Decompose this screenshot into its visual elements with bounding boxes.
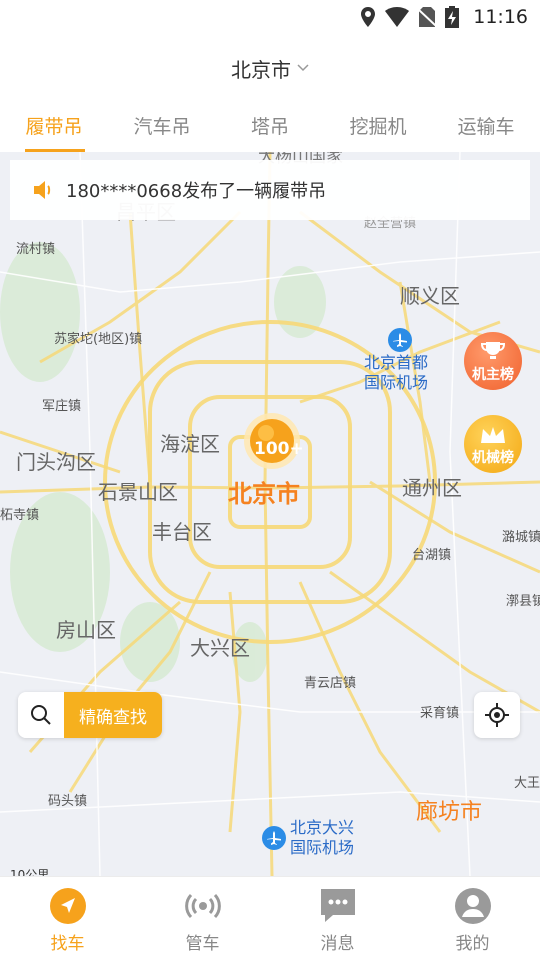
map-label-sujiatuo: 苏家坨(地区)镇 bbox=[54, 332, 143, 347]
city-selector[interactable]: 北京市 bbox=[0, 36, 540, 100]
owner-rank-label: 机主榜 bbox=[472, 367, 514, 383]
map-label-qingyundian: 青云店镇 bbox=[304, 676, 357, 691]
map-roads bbox=[0, 152, 540, 876]
wifi-icon bbox=[385, 7, 410, 27]
nav-profile[interactable]: 我的 bbox=[405, 877, 540, 960]
owner-rank-button[interactable]: 机主榜 bbox=[464, 332, 522, 390]
map-label-caiyu: 采育镇 bbox=[420, 706, 460, 721]
signal-broadcast-icon bbox=[184, 893, 221, 919]
notice-banner[interactable]: 180****0668发布了一辆履带吊 bbox=[10, 160, 530, 220]
nav-label-manage-car: 管车 bbox=[185, 934, 220, 954]
map-label-daxing: 大兴区 bbox=[190, 636, 250, 660]
crosshair-icon bbox=[485, 703, 509, 727]
map-label-tuoli: 柘寺镇 bbox=[0, 508, 40, 523]
tab-tower-crane[interactable]: 塔吊 bbox=[216, 100, 324, 152]
nav-messages[interactable]: 消息 bbox=[270, 877, 405, 960]
map-label-daxing-airport-line1: 北京大兴 bbox=[290, 818, 355, 837]
map-label-huoxian: 漷县镇 bbox=[506, 594, 540, 609]
tab-crawler-crane[interactable]: 履带吊 bbox=[0, 100, 108, 152]
crown-icon bbox=[481, 427, 505, 443]
user-profile-icon bbox=[454, 888, 491, 924]
tab-truck-crane[interactable]: 汽车吊 bbox=[108, 100, 216, 152]
map-label-matou: 码头镇 bbox=[48, 794, 88, 809]
map-label-haidian: 海淀区 bbox=[160, 432, 220, 456]
map-label-shijingshan: 石景山区 bbox=[98, 480, 178, 504]
map-view[interactable]: 大杨山国家 昌平区 赵全营镇 流村镇 顺义区 苏家坨(地区)镇 北京首都 国际机… bbox=[0, 152, 540, 876]
map-label-fengtai: 丰台区 bbox=[152, 520, 212, 544]
tab-excavator[interactable]: 挖掘机 bbox=[324, 100, 432, 152]
nav-label-profile: 我的 bbox=[455, 934, 490, 954]
nav-label-messages: 消息 bbox=[320, 934, 355, 954]
map-label-fangshan: 房山区 bbox=[56, 618, 116, 642]
trophy-icon bbox=[480, 342, 506, 359]
machine-rank-label: 机械榜 bbox=[472, 450, 514, 466]
status-bar: 11:16 bbox=[0, 0, 540, 36]
message-bubble-icon bbox=[320, 889, 355, 922]
no-sim-icon bbox=[419, 7, 436, 27]
tab-transport-truck[interactable]: 运输车 bbox=[432, 100, 540, 152]
navigation-arrow-icon bbox=[49, 888, 86, 924]
cluster-marker[interactable]: 100+ bbox=[240, 411, 304, 475]
airport-icon bbox=[262, 826, 286, 850]
map-label-beijing: 北京市 bbox=[228, 480, 300, 508]
map-label-shunyi: 顺义区 bbox=[400, 284, 460, 308]
city-name: 北京市 bbox=[231, 57, 291, 82]
cluster-count: 100+ bbox=[254, 439, 304, 459]
nav-find-car[interactable]: 找车 bbox=[0, 877, 135, 960]
category-tabs: 履带吊 汽车吊 塔吊 挖掘机 运输车 bbox=[0, 100, 540, 152]
search-icon bbox=[31, 705, 51, 725]
battery-charging-icon bbox=[445, 6, 460, 28]
nav-label-find-car: 找车 bbox=[50, 934, 85, 954]
status-icons: 11:16 bbox=[361, 6, 528, 28]
precise-search[interactable]: 精确查找 bbox=[18, 692, 162, 738]
map-label-capital-airport-line1: 北京首都 bbox=[364, 353, 429, 372]
nav-manage-car[interactable]: 管车 bbox=[135, 877, 270, 960]
bottom-nav: 找车 管车 消息 我的 bbox=[0, 876, 540, 960]
search-icon-wrap[interactable] bbox=[18, 692, 64, 738]
location-icon bbox=[361, 7, 376, 27]
map-label-daxing-airport: 北京大兴 国际机场 bbox=[290, 818, 354, 858]
map-label-capital-airport: 北京首都 国际机场 bbox=[364, 353, 428, 393]
status-time: 11:16 bbox=[473, 6, 528, 28]
speaker-icon bbox=[34, 181, 51, 199]
map-label-mentougou: 门头沟区 bbox=[16, 450, 96, 474]
map-label-daxing-airport-line2: 国际机场 bbox=[290, 838, 355, 857]
map-label-dawang: 大王 bbox=[514, 776, 540, 791]
notice-text: 180****0668发布了一辆履带吊 bbox=[66, 181, 327, 202]
airport-icon bbox=[388, 328, 412, 352]
map-label-capital-airport-line2: 国际机场 bbox=[364, 373, 429, 392]
precise-search-button[interactable]: 精确查找 bbox=[64, 692, 162, 738]
locate-button[interactable] bbox=[474, 692, 520, 738]
map-label-langfang: 廊坊市 bbox=[416, 800, 483, 825]
map-label-junzhuang: 军庄镇 bbox=[42, 399, 82, 414]
machine-rank-button[interactable]: 机械榜 bbox=[464, 415, 522, 473]
map-label-taihu: 台湖镇 bbox=[412, 548, 452, 563]
chevron-down-icon bbox=[297, 64, 309, 72]
map-label-tongzhou: 通州区 bbox=[402, 476, 462, 500]
map-label-xiji: 潞城镇 bbox=[502, 530, 540, 545]
map-label-liucun: 流村镇 bbox=[16, 242, 56, 257]
